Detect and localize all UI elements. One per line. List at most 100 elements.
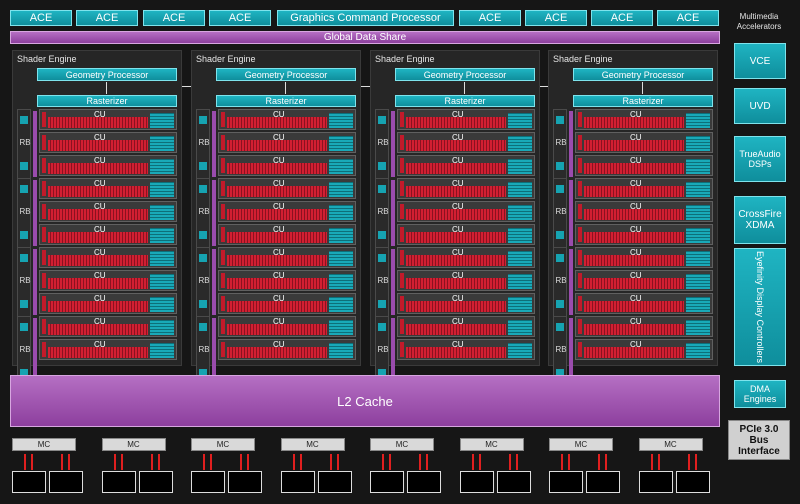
shader-engine-2: Shader Engine Geometry Processor Rasterize… [191,50,361,386]
compute-unit-label: CU [273,179,285,188]
compute-unit-label: CU [452,317,464,326]
memory-bus-arrow [61,454,63,470]
memory-chip [280,471,315,493]
cu-scheduler-block [578,227,582,242]
memory-chip [138,471,173,493]
multimedia-heading: Multimedia Accelerators [736,12,782,31]
rb-cache-block [20,323,28,331]
memory-controller: MC [459,438,524,451]
compute-unit: CU [397,316,535,337]
ace-unit-6: ACE [525,10,587,26]
compute-unit-label: CU [630,110,642,119]
render-backend: RB [375,178,389,248]
compute-unit-label: CU [273,271,285,280]
memory-bus-arrow [203,454,205,470]
memory-bus-arrow [657,454,660,470]
trueaudio-dsps-block: TrueAudio DSPs [734,136,786,182]
rb-cache-block [556,231,564,239]
cu-scheduler-block [221,296,225,311]
compute-unit-label: CU [94,133,106,142]
cu-scheduler-block [42,204,46,219]
cu-cache-block [329,343,353,358]
rb-cache-block [20,116,28,124]
compute-unit-label: CU [94,179,106,188]
compute-unit: CU [575,132,713,153]
cu-scheduler-block [42,296,46,311]
shared-cache-strip [33,180,37,246]
compute-unit: CU [218,224,356,245]
shared-cache-strip [212,180,216,246]
rb-cache-block [20,300,28,308]
rb-cache-block [378,116,386,124]
compute-unit: CU [39,339,177,360]
cu-cache-block [508,182,532,197]
compute-unit: CU [397,201,535,222]
compute-unit: CU [575,316,713,337]
compute-unit-label: CU [273,317,285,326]
render-backend: RB [17,247,31,317]
cu-scheduler-block [578,135,582,150]
cu-scheduler-block [42,319,46,334]
rb-cache-block [378,231,386,239]
compute-unit: CU [397,293,535,314]
compute-unit: CU [39,247,177,268]
memory-bus-arrow [336,454,339,470]
cu-cache-block [508,251,532,266]
render-backend-label: RB [555,345,567,354]
compute-unit-label: CU [273,225,285,234]
cu-cache-block [508,320,532,335]
cu-scheduler-block [221,273,225,288]
rb-cache-block [20,162,28,170]
compute-unit-label: CU [630,179,642,188]
memory-bus-arrow [478,454,481,470]
global-data-share: Global Data Share [10,31,720,44]
compute-unit: CU [218,155,356,176]
cu-scheduler-block [221,227,225,242]
cu-cache-block [508,297,532,312]
compute-unit: CU [39,316,177,337]
geometry-processor: Geometry Processor [37,68,177,81]
cu-cache-block [150,182,174,197]
cu-cache-block [329,320,353,335]
memory-bus-arrow [68,454,70,470]
compute-unit-label: CU [630,294,642,303]
compute-unit: CU [397,247,535,268]
memory-bus-arrow [113,454,116,470]
cu-scheduler-block [221,158,225,173]
memory-bus-arrow [687,454,690,470]
geometry-to-rasterizer-arrow [106,82,107,94]
cu-cache-block [329,228,353,243]
compute-unit-label: CU [94,110,106,119]
compute-unit-label: CU [630,248,642,257]
cu-cache-block [329,136,353,151]
rb-cache-block [199,300,207,308]
compute-unit: CU [39,201,177,222]
compute-unit: CU [39,109,177,130]
shader-engine-4: Shader Engine Geometry Processor Rasterize… [548,50,718,386]
shared-cache-strip [391,111,395,177]
compute-unit-label: CU [94,294,106,303]
shared-cache-strip [33,111,37,177]
shared-cache-strip [569,111,573,177]
compute-unit-label: CU [452,225,464,234]
rb-cache-block [556,323,564,331]
memory-bus-arrow [471,454,474,470]
compute-unit-label: CU [630,133,642,142]
rb-cache-block [378,162,386,170]
compute-unit-label: CU [630,225,642,234]
cu-cache-block [150,297,174,312]
shared-cache-strip [212,249,216,315]
cu-cache-block [686,182,710,197]
cu-cache-block [150,205,174,220]
cu-cache-block [329,113,353,128]
compute-unit-label: CU [94,156,106,165]
shader-engine-title: Shader Engine [375,54,435,64]
memory-bus-arrow [568,454,570,470]
ace-unit-3: ACE [143,10,205,26]
memory-chip [317,471,352,493]
cu-scheduler-block [578,181,582,196]
cu-scheduler-block [221,112,225,127]
cu-scheduler-block [400,342,404,357]
memory-chip [49,471,83,493]
eyefinity-label: Eyefinity Display Controllers [755,250,766,364]
